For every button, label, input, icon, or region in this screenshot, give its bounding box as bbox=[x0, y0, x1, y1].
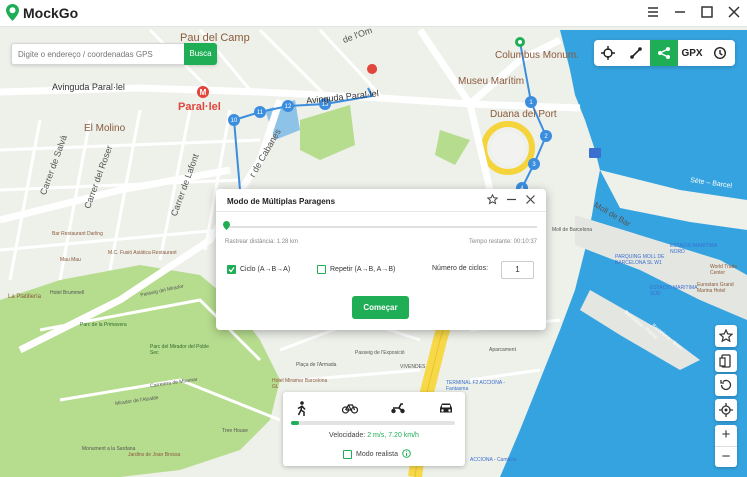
label-terminal: TERMINAL F2 ACCIONA - Fantasma bbox=[446, 380, 505, 392]
label-estacio-sud: ESTACIO MARITIMA SUD bbox=[650, 285, 698, 297]
label-bar-restaurant: Bar Restaurant Darling bbox=[52, 231, 103, 237]
label-jardins: Jardins de Joan Brossa bbox=[128, 452, 181, 458]
multi-stop-dialog: Modo de Múltiplas Paragens Rastrear dist… bbox=[216, 189, 546, 330]
label-columbus: Columbus Monum. bbox=[495, 50, 579, 61]
favorite-icon[interactable] bbox=[715, 325, 737, 347]
progress-track bbox=[226, 226, 537, 228]
svg-text:M: M bbox=[200, 88, 207, 97]
dialog-title: Modo de Múltiplas Paragens bbox=[227, 197, 336, 206]
label-passeig-exposicio: Passeig de l'Exposició bbox=[355, 350, 405, 356]
label-muralla: Moll de Barcelona bbox=[552, 227, 593, 233]
label-estacio-nord: ESTACIO MARITIMA NORD bbox=[670, 243, 718, 255]
repeat-option[interactable]: Repetir (A→B, A→B) bbox=[317, 265, 395, 274]
label-hotel-miramar: Hotel Miramar Barcelona GL bbox=[272, 378, 328, 390]
two-point-route-icon[interactable] bbox=[622, 40, 650, 66]
cycle-option[interactable]: Ciclo (A→B→A) bbox=[227, 265, 290, 274]
cycle-label: Ciclo (A→B→A) bbox=[240, 266, 291, 273]
label-avinguda-1: Avinguda Paral·lel bbox=[52, 82, 125, 92]
search-button[interactable]: Busca bbox=[184, 43, 217, 65]
dialog-minimize-icon[interactable] bbox=[506, 194, 517, 208]
label-museu: Museu Marítim bbox=[458, 76, 525, 87]
gpx-button[interactable]: GPX bbox=[678, 40, 706, 66]
maximize-icon[interactable] bbox=[700, 5, 714, 19]
minimize-icon[interactable] bbox=[673, 5, 687, 19]
label-el-molino: El Molino bbox=[84, 123, 126, 134]
info-icon[interactable] bbox=[402, 449, 411, 460]
label-world-trade: World Trade Center bbox=[710, 264, 738, 276]
speed-readout: Velocidade: 2 m/s, 7.20 km/h bbox=[283, 432, 465, 439]
close-icon[interactable] bbox=[727, 5, 741, 19]
label-placa-armada: Plaça de l'Armada bbox=[296, 362, 337, 368]
zoom-control: + − bbox=[715, 425, 737, 467]
car-icon[interactable] bbox=[435, 400, 457, 416]
start-button[interactable]: Começar bbox=[352, 296, 409, 319]
route-marker-10-label: 10 bbox=[231, 118, 238, 124]
label-parc-primavera: Parc de la Primavera bbox=[80, 322, 127, 328]
label-eurostars: Eurostars Grand Marina Hotel bbox=[697, 282, 734, 294]
walk-icon[interactable] bbox=[291, 400, 313, 416]
app-logo: MockGo bbox=[6, 4, 78, 21]
label-acciona: ACCIONA - Camions bbox=[470, 457, 517, 463]
search-box: Busca bbox=[11, 43, 217, 65]
label-mcfusio: M.C. Fusió Asiática Restaurant bbox=[108, 250, 177, 256]
route-marker-11-label: 11 bbox=[257, 110, 264, 116]
multi-stop-route-icon[interactable] bbox=[650, 40, 678, 66]
speed-label: Velocidade: bbox=[329, 432, 366, 439]
cycles-count-label: Número de ciclos: bbox=[432, 265, 489, 272]
label-aparcament: Aparcament bbox=[489, 347, 516, 353]
label-hotel-brummell: Hotel Brummell bbox=[50, 290, 85, 296]
label-la-platilleria: La Platillería bbox=[8, 294, 42, 300]
route-marker-12-label: 12 bbox=[285, 104, 292, 110]
locate-icon[interactable] bbox=[715, 399, 737, 421]
cycle-checkbox[interactable] bbox=[227, 265, 236, 274]
realistic-mode-option[interactable]: Modo realista bbox=[343, 449, 411, 460]
menu-icon[interactable] bbox=[646, 5, 660, 19]
repeat-checkbox[interactable] bbox=[317, 265, 326, 274]
realistic-mode-checkbox[interactable] bbox=[343, 450, 352, 459]
label-parc-poble-sec: Parc del Mirador del Poble Sec bbox=[150, 344, 209, 356]
crosshair-icon[interactable] bbox=[594, 40, 622, 66]
bus-stop-icon bbox=[589, 148, 601, 158]
device-icon[interactable] bbox=[715, 350, 737, 372]
speed-value: 2 m/s, 7.20 km/h bbox=[367, 432, 419, 439]
label-metro-paral-lel: Paral·lel bbox=[178, 101, 221, 113]
speed-slider-fill bbox=[291, 421, 300, 425]
dialog-close-icon[interactable] bbox=[525, 194, 536, 208]
label-vivendes: VIVENDES bbox=[400, 364, 426, 370]
favorite-star-icon[interactable] bbox=[486, 193, 499, 208]
label-mau-mau: Mau Mau bbox=[60, 257, 81, 263]
zoom-out-button[interactable]: − bbox=[715, 446, 737, 467]
history-icon[interactable] bbox=[706, 40, 734, 66]
speed-slider[interactable] bbox=[291, 421, 455, 425]
location-pin-logo-icon bbox=[6, 4, 19, 21]
track-distance: Rastrear distância: 1.28 km bbox=[225, 239, 299, 245]
progress-pin-icon bbox=[223, 221, 230, 230]
realistic-mode-label: Modo realista bbox=[356, 451, 399, 458]
search-input[interactable] bbox=[12, 44, 186, 64]
mode-toolbar: GPX bbox=[594, 40, 735, 66]
scooter-icon[interactable] bbox=[387, 400, 409, 416]
repeat-label: Repetir (A→B, A→B) bbox=[330, 266, 396, 273]
label-parking: PARQUING MOLL DE BARCELONA SL W1 bbox=[615, 254, 665, 266]
label-duana: Duana del Port bbox=[490, 109, 557, 120]
speed-panel: Velocidade: 2 m/s, 7.20 km/h Modo realis… bbox=[283, 392, 465, 466]
cycles-count-input[interactable]: 1 bbox=[501, 261, 534, 279]
zoom-in-button[interactable]: + bbox=[715, 425, 737, 446]
title-bar: MockGo bbox=[0, 0, 747, 27]
label-tree-house: Tree House bbox=[222, 428, 248, 434]
time-remaining: Tempo restante: 00:10:37 bbox=[468, 239, 537, 245]
bike-icon[interactable] bbox=[339, 400, 361, 416]
app-name: MockGo bbox=[23, 4, 79, 21]
reset-icon[interactable] bbox=[715, 374, 737, 396]
dialog-divider bbox=[216, 211, 546, 212]
